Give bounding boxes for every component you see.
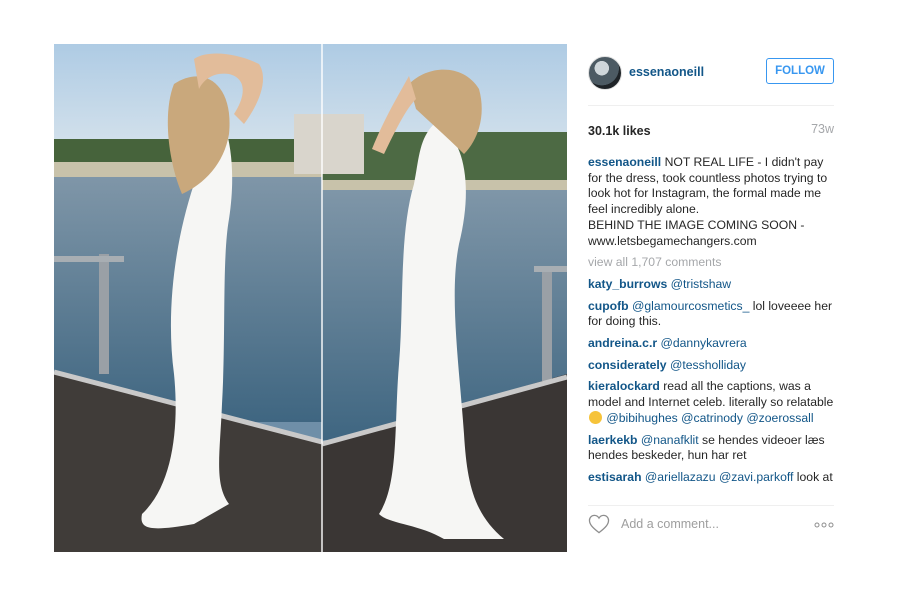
caption-username[interactable]: essenaoneill — [588, 155, 661, 169]
list-item: katy_burrows @tristshaw — [588, 277, 838, 293]
caption-text-2: BEHIND THE IMAGE COMING SOON - www.letsb… — [588, 217, 805, 248]
divider — [588, 105, 834, 106]
post-caption: essenaoneill NOT REAL LIFE - I didn't pa… — [588, 155, 838, 249]
comment-mention[interactable]: @glamourcosmetics_ — [632, 299, 749, 313]
list-item: estisarah @ariellazazu @zavi.parkoff loo… — [588, 470, 838, 486]
author-username[interactable]: essenaoneill — [629, 65, 704, 79]
list-item: laerkekb @nanafklit se hendes videoer læ… — [588, 433, 838, 464]
post-timestamp[interactable]: 73w — [811, 122, 834, 136]
comment-mention[interactable]: @tessholliday — [670, 358, 746, 372]
comment-username[interactable]: andreina.c.r — [588, 336, 657, 350]
comment-username[interactable]: considerately — [588, 358, 667, 372]
list-item: andreina.c.r @dannykavrera — [588, 336, 838, 352]
list-item: cupofb @glamourcosmetics_ lol loveeee he… — [588, 299, 838, 330]
view-all-comments-link[interactable]: view all 1,707 comments — [588, 255, 838, 271]
comment-mention[interactable]: @nanafklit — [641, 433, 699, 447]
post-photo[interactable] — [54, 44, 567, 552]
likes-count[interactable]: 30.1k likes — [588, 124, 651, 138]
laughing-emoji-icon — [589, 410, 602, 424]
comment-mention[interactable]: @tristshaw — [671, 277, 731, 291]
avatar[interactable] — [588, 56, 622, 90]
comment-username[interactable]: kieralockard — [588, 379, 660, 393]
comment-mention[interactable]: @dannykavrera — [660, 336, 746, 350]
comment-username[interactable]: laerkekb — [588, 433, 637, 447]
more-options-icon[interactable] — [814, 522, 834, 528]
follow-button[interactable]: FOLLOW — [766, 58, 834, 84]
comment-username[interactable]: estisarah — [588, 470, 642, 484]
comment-username[interactable]: katy_burrows — [588, 277, 667, 291]
comments-list: essenaoneill NOT REAL LIFE - I didn't pa… — [588, 155, 838, 492]
heart-icon[interactable] — [588, 514, 610, 534]
post-header: essenaoneill FOLLOW — [588, 56, 834, 90]
comment-text: look at — [793, 469, 833, 484]
comment-mention[interactable]: @ariellazazu @zavi.parkoff — [645, 470, 794, 484]
comment-mention[interactable]: @bibihughes @catrinody @zoerossall — [606, 411, 813, 425]
post-sidebar: essenaoneill FOLLOW 30.1k likes 73w esse… — [588, 44, 834, 552]
likes-row: 30.1k likes 73w — [588, 122, 834, 140]
add-comment-input[interactable]: Add a comment... — [621, 517, 719, 531]
comment-username[interactable]: cupofb — [588, 299, 629, 313]
post-photo-image — [54, 44, 567, 552]
list-item: kieralockard read all the captions, was … — [588, 379, 838, 426]
divider — [588, 505, 834, 506]
comment-bar: Add a comment... — [588, 513, 834, 537]
list-item: considerately @tessholliday — [588, 358, 838, 374]
